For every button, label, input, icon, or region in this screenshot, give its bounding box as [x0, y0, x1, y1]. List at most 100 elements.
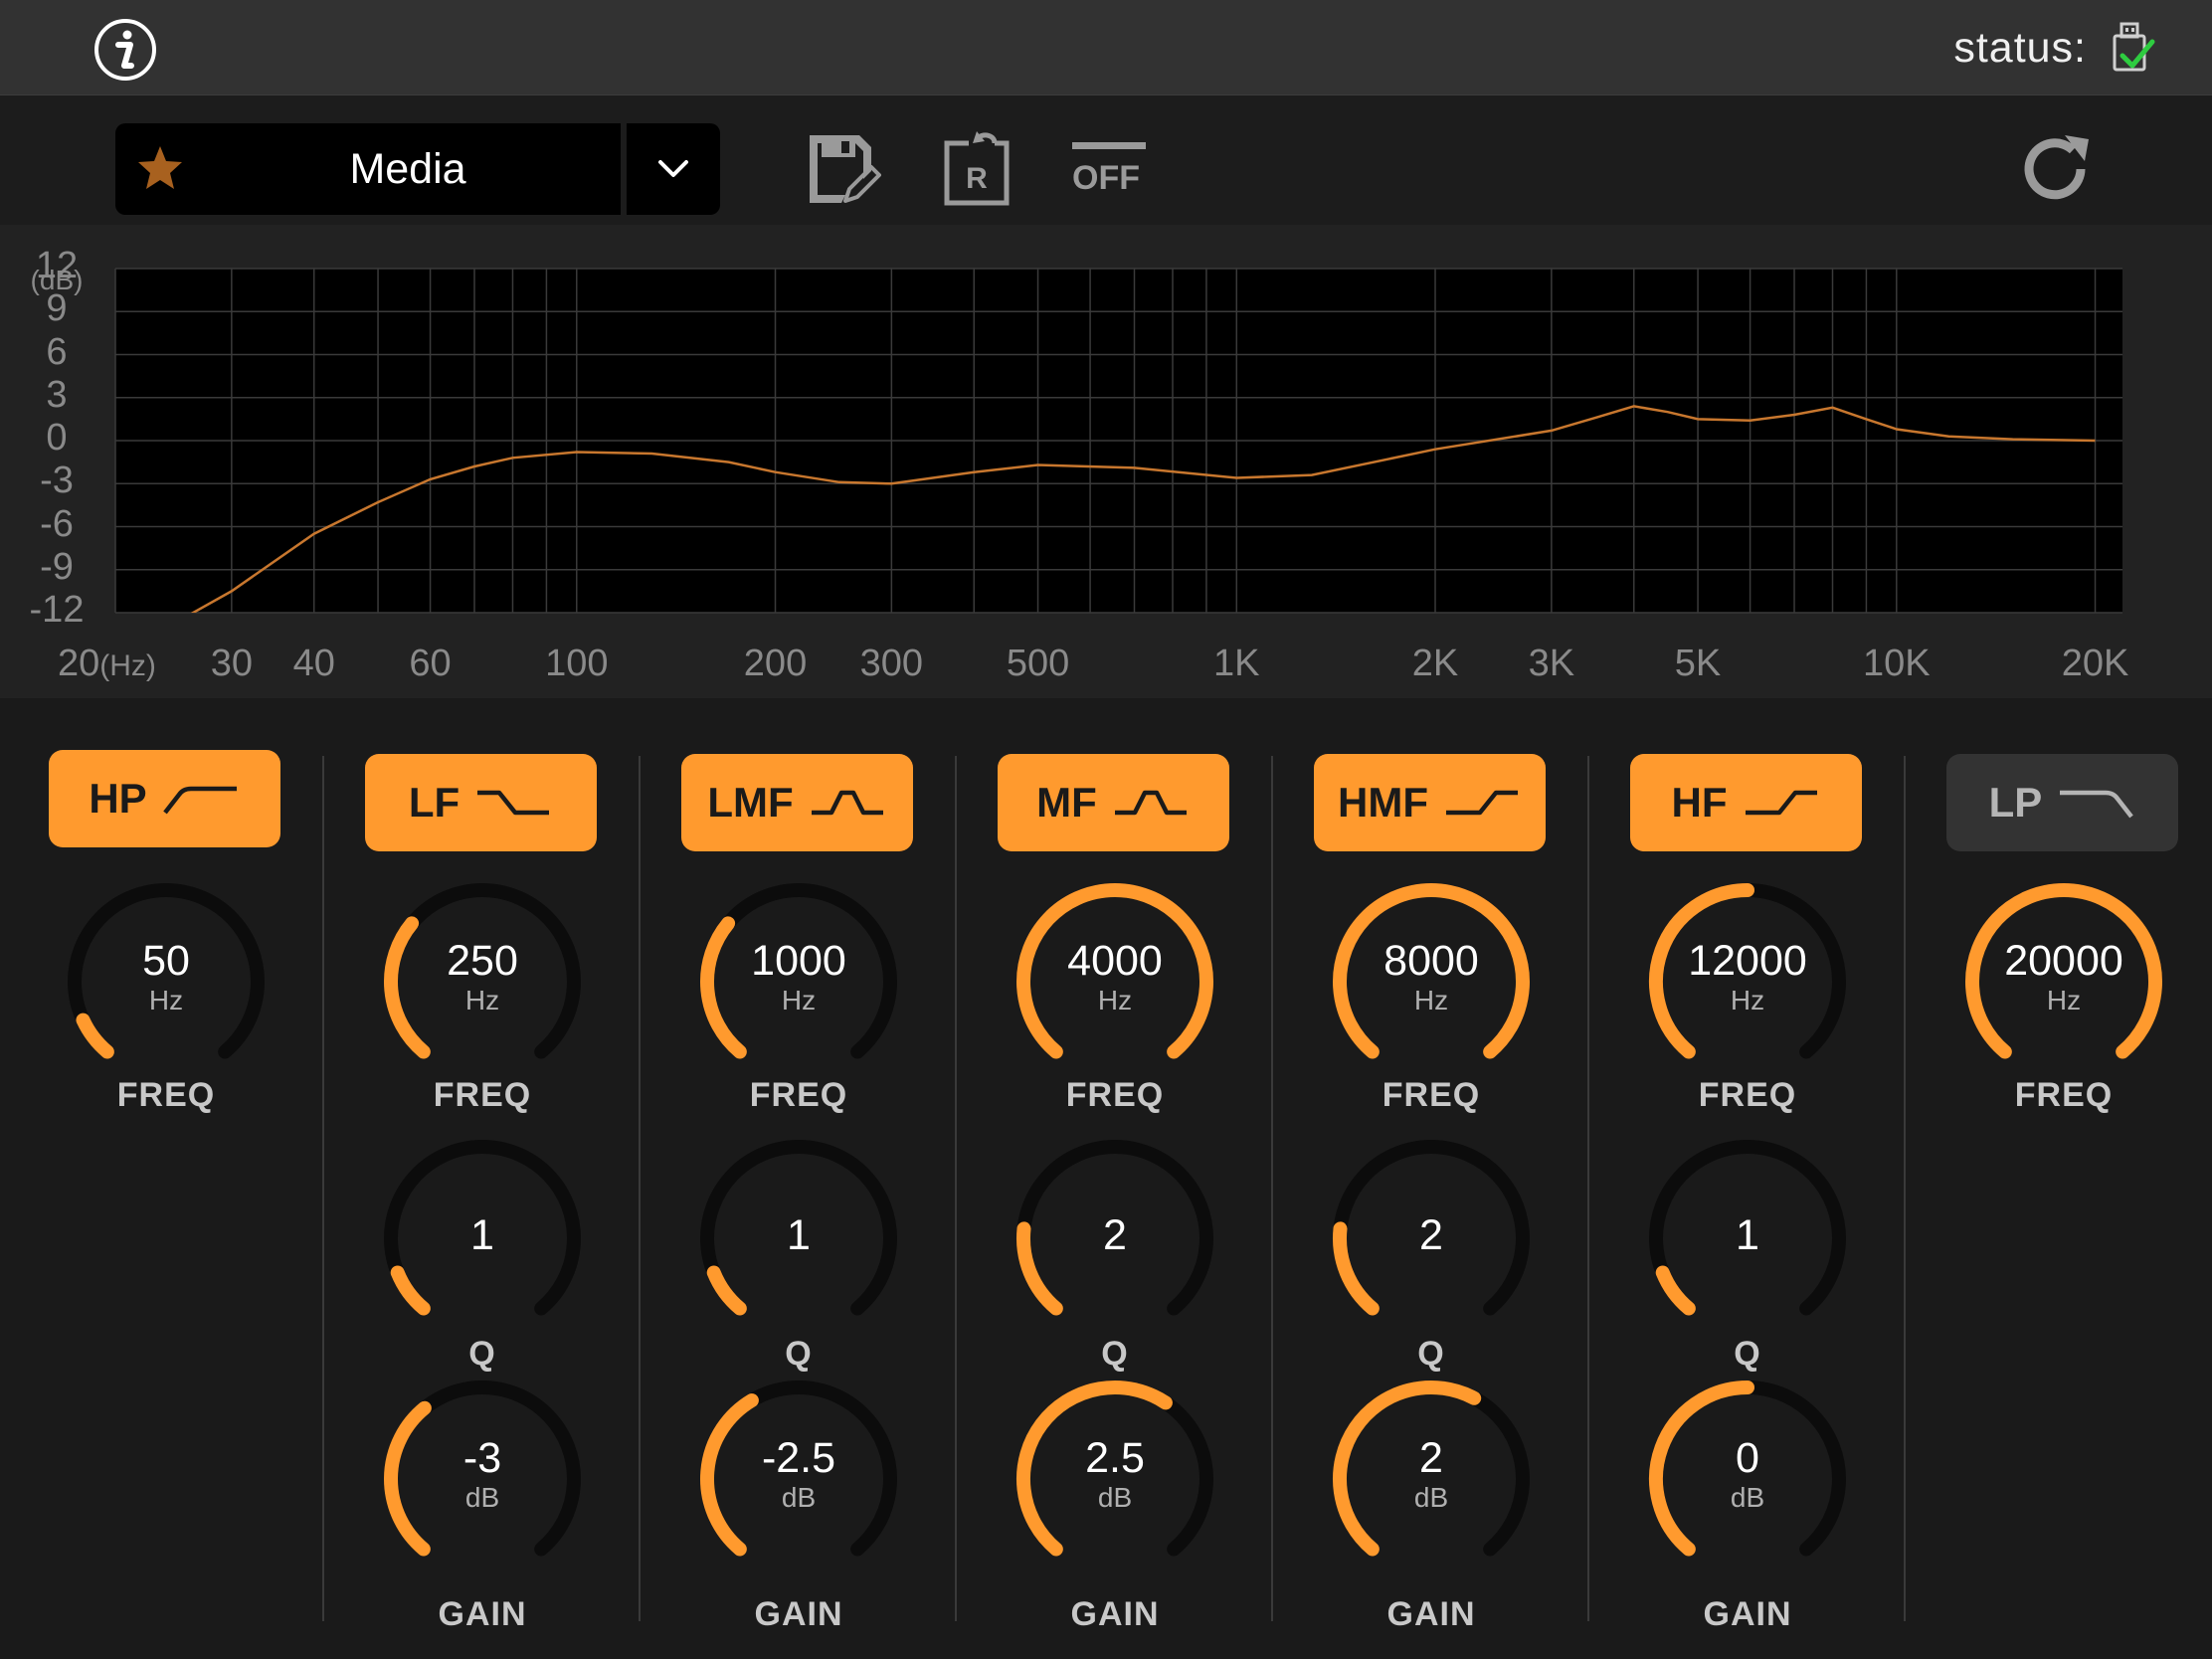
- band-toggle-label: HP: [89, 775, 147, 822]
- reset-button[interactable]: [2019, 131, 2095, 212]
- y-tick-label: 3: [46, 373, 68, 416]
- q-knob[interactable]: 1: [378, 1134, 587, 1343]
- freq-knob[interactable]: 1000 Hz: [694, 877, 903, 1086]
- gain-knob[interactable]: 0 dB: [1643, 1375, 1852, 1583]
- freq-label: FREQ: [1065, 1076, 1165, 1114]
- y-tick-label: 0: [46, 417, 68, 459]
- eq-curve-plot[interactable]: [0, 225, 2212, 698]
- gain-label: GAIN: [438, 1595, 527, 1633]
- save-edit-icon: [810, 135, 881, 203]
- gain-knob[interactable]: 2.5 dB: [1011, 1375, 1219, 1583]
- gain-value: 2.5: [1085, 1434, 1145, 1482]
- star-icon[interactable]: [135, 143, 185, 193]
- freq-knob[interactable]: 20000 Hz: [1959, 877, 2168, 1086]
- gain-label: GAIN: [1386, 1595, 1476, 1633]
- gain-label: GAIN: [1703, 1595, 1792, 1633]
- peak-filter-shape-icon: [1114, 790, 1187, 816]
- toolbar: Media R OFF: [0, 95, 2212, 225]
- preset-selector[interactable]: Media: [115, 123, 621, 215]
- freq-value: 20000: [2004, 937, 2123, 985]
- band-hmf: HMF 8000 Hz FREQ 2 Q 2 dB GAIN: [1273, 698, 1589, 1659]
- knob-level-arc: [1655, 1265, 1696, 1316]
- x-tick-label: 2K: [1411, 643, 1459, 684]
- freq-value: 4000: [1067, 937, 1163, 985]
- connection-status: status:: [1953, 18, 2156, 78]
- freq-knob[interactable]: 12000 Hz: [1643, 877, 1852, 1086]
- y-tick-label: 9: [46, 287, 68, 330]
- highshelf-filter-shape-icon: [1445, 790, 1518, 816]
- freq-label: FREQ: [1698, 1076, 1797, 1114]
- q-label: Q: [1101, 1335, 1129, 1373]
- freq-label: FREQ: [1382, 1076, 1481, 1114]
- gain-knob[interactable]: -3 dB: [378, 1375, 587, 1583]
- q-knob[interactable]: 1: [694, 1134, 903, 1343]
- freq-label: FREQ: [433, 1076, 532, 1114]
- x-tick-label: 300: [859, 643, 924, 684]
- q-knob[interactable]: 1: [1643, 1134, 1852, 1343]
- band-lmf: LMF 1000 Hz FREQ 1 Q -2.5 dB GAIN: [641, 698, 957, 1659]
- band-toggle-lmf[interactable]: LMF: [681, 754, 913, 851]
- highshelf-filter-shape-icon: [1745, 790, 1817, 816]
- gain-unit: dB: [1730, 1482, 1765, 1513]
- eq-response-graph: (dB) 12 9 6 3 0 -3 -6 -9 -12 20(Hz) 30 40 60 100 200 3…: [0, 225, 2212, 698]
- band-toggle-lf[interactable]: LF: [365, 754, 597, 851]
- freq-unit: Hz: [148, 985, 184, 1015]
- band-toggle-lp[interactable]: LP: [1946, 754, 2178, 851]
- band-hp: HP 50 Hz FREQ: [8, 698, 324, 1659]
- q-value: 1: [787, 1211, 811, 1259]
- gain-knob[interactable]: -2.5 dB: [694, 1375, 903, 1583]
- q-knob[interactable]: 2: [1327, 1134, 1536, 1343]
- y-tick-label: 6: [46, 330, 68, 373]
- x-tick-label: 20K: [2061, 643, 2129, 684]
- bypass-off-button[interactable]: [1072, 139, 1146, 157]
- knob-level-arc: [76, 1013, 114, 1059]
- info-button[interactable]: [93, 18, 157, 82]
- q-value: 2: [1103, 1211, 1127, 1259]
- freq-unit: Hz: [2046, 985, 2082, 1015]
- q-value: 1: [470, 1211, 494, 1259]
- x-tick-label: 200: [743, 643, 808, 684]
- freq-knob[interactable]: 8000 Hz: [1327, 877, 1536, 1086]
- x-tick-label: 40: [292, 643, 335, 684]
- y-tick-label: 12: [35, 245, 79, 286]
- gain-value: -2.5: [761, 1434, 836, 1482]
- preset-dropdown-button[interactable]: [627, 123, 720, 215]
- y-tick-label: -12: [29, 589, 85, 631]
- freq-knob[interactable]: 4000 Hz: [1011, 877, 1219, 1086]
- freq-knob[interactable]: 250 Hz: [378, 877, 587, 1086]
- y-tick-label: -6: [40, 502, 74, 545]
- knob-level-arc: [706, 1265, 747, 1316]
- freq-value: 12000: [1688, 937, 1807, 985]
- info-icon: [94, 19, 156, 81]
- svg-text:R: R: [966, 162, 988, 195]
- gain-value: 2: [1419, 1434, 1443, 1482]
- bypass-off-label[interactable]: OFF: [1072, 159, 1140, 198]
- gain-value: -3: [462, 1434, 502, 1482]
- y-tick-label: -3: [40, 460, 74, 502]
- recall-preset-button[interactable]: R: [939, 131, 1014, 212]
- band-toggle-hp[interactable]: HP: [49, 750, 280, 847]
- freq-value: 50: [142, 937, 190, 985]
- bypass-bar-icon: [1072, 142, 1146, 149]
- q-knob[interactable]: 2: [1011, 1134, 1219, 1343]
- freq-unit: Hz: [1097, 985, 1133, 1015]
- band-toggle-mf[interactable]: MF: [998, 754, 1229, 851]
- x-tick-value: 20: [58, 643, 100, 684]
- freq-label: FREQ: [749, 1076, 848, 1114]
- band-toggle-hmf[interactable]: HMF: [1314, 754, 1546, 851]
- freq-value: 8000: [1383, 937, 1479, 985]
- q-label: Q: [1417, 1335, 1445, 1373]
- x-tick-label: 1K: [1213, 643, 1260, 684]
- hp-filter-shape-icon: [162, 786, 237, 815]
- freq-knob[interactable]: 50 Hz: [62, 877, 271, 1086]
- band-lp: LP 20000 Hz FREQ: [1906, 698, 2212, 1659]
- x-tick-label: 60: [409, 643, 452, 684]
- freq-value: 1000: [751, 937, 846, 985]
- status-label: status:: [1953, 23, 2087, 72]
- band-toggle-hf[interactable]: HF: [1630, 754, 1862, 851]
- chevron-down-icon: [658, 160, 688, 177]
- x-tick-label: 500: [1006, 643, 1070, 684]
- gain-knob[interactable]: 2 dB: [1327, 1375, 1536, 1583]
- save-preset-button[interactable]: [806, 131, 881, 212]
- band-toggle-label: HF: [1671, 779, 1728, 826]
